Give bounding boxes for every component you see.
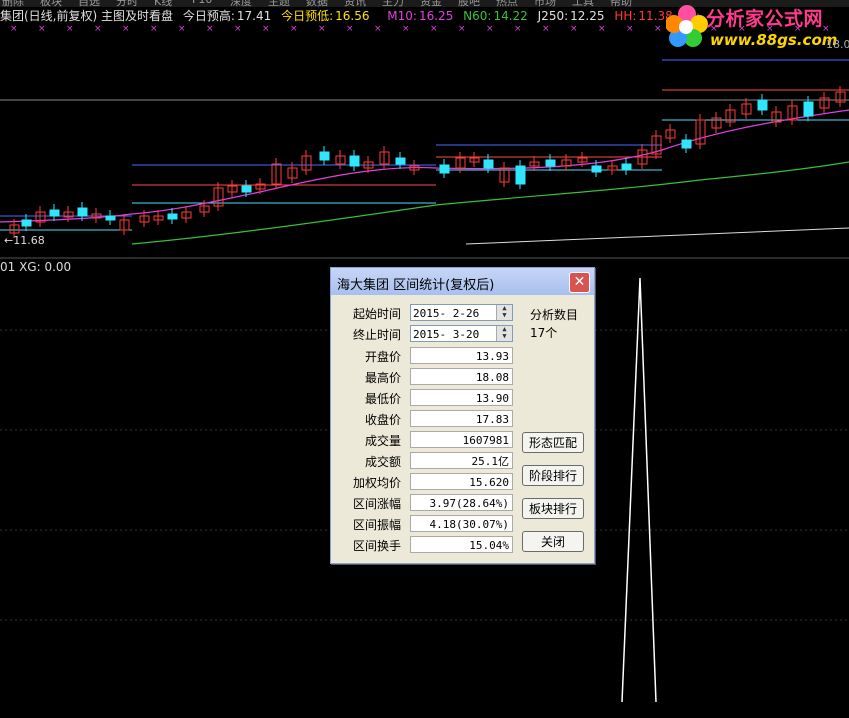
candle-body xyxy=(21,219,32,227)
candle-body xyxy=(591,165,602,173)
dialog-title: 海大集团 区间统计(复权后) xyxy=(337,278,495,293)
start-date-value: 2015- 2-26 xyxy=(413,307,480,320)
stat-value: 18.08 xyxy=(410,368,513,385)
end-date-value: 2015- 3-20 xyxy=(413,328,480,341)
logo-text: 分析家公式网 xyxy=(706,8,824,30)
marker-x: × xyxy=(626,24,634,34)
marker-x: × xyxy=(290,24,298,34)
indicator-spike xyxy=(621,277,657,703)
marker-x: × xyxy=(542,24,550,34)
xg-indicator-label: 01 XG: 0.00 xyxy=(0,260,72,274)
marker-x: × xyxy=(570,24,578,34)
marker-x: × xyxy=(178,24,186,34)
stat-label: 区间涨幅 xyxy=(352,497,401,511)
stat-value: 15.04% xyxy=(410,536,513,553)
marker-x: × xyxy=(122,24,130,34)
stat-value: 4.18(30.07%) xyxy=(410,515,513,532)
stat-label: 最低价 xyxy=(364,392,401,406)
end-time-label: 终止时间 xyxy=(352,328,401,342)
stat-label: 加权均价 xyxy=(352,476,401,490)
marker-x: × xyxy=(94,24,102,34)
candle-body xyxy=(621,163,632,171)
candle-body xyxy=(105,215,116,221)
marker-x: × xyxy=(234,24,242,34)
stat-label: 最高价 xyxy=(364,371,401,385)
analysis-count-label: 分析数目 xyxy=(530,308,579,322)
price-low-label: ←11.68 xyxy=(4,234,45,247)
marker-x: × xyxy=(430,24,438,34)
candle-body xyxy=(757,99,768,111)
sector-rank-button[interactable]: 板块排行 xyxy=(522,498,584,519)
start-time-label: 起始时间 xyxy=(352,307,401,321)
candle-body xyxy=(545,159,556,167)
stat-value: 13.93 xyxy=(410,347,513,364)
close-icon[interactable]: ✕ xyxy=(569,272,590,293)
stat-value: 13.90 xyxy=(410,389,513,406)
marker-x: × xyxy=(486,24,494,34)
start-date-spinner[interactable]: ▲ ▼ xyxy=(496,305,512,320)
marker-x: × xyxy=(262,24,270,34)
ma-line-magenta xyxy=(0,109,849,223)
candle-body xyxy=(515,165,526,185)
stat-value: 17.83 xyxy=(410,410,513,427)
marker-x: × xyxy=(10,24,18,34)
end-date-field[interactable]: 2015- 3-20 ▲ ▼ xyxy=(410,325,513,342)
marker-x: × xyxy=(38,24,46,34)
end-date-spinner[interactable]: ▲ ▼ xyxy=(496,326,512,341)
marker-x: × xyxy=(206,24,214,34)
marker-x: × xyxy=(514,24,522,34)
stat-label: 区间振幅 xyxy=(352,518,401,532)
stat-value: 3.97(28.64%) xyxy=(410,494,513,511)
dialog-titlebar[interactable]: 海大集团 区间统计(复权后) ✕ xyxy=(331,268,594,295)
analysis-count-value: 17个 xyxy=(530,326,558,340)
flower-logo-icon xyxy=(666,5,708,47)
candle-body xyxy=(319,151,330,161)
stat-label: 开盘价 xyxy=(364,350,401,364)
marker-x: × xyxy=(374,24,382,34)
marker-x: × xyxy=(66,24,74,34)
marker-x: × xyxy=(458,24,466,34)
stage-rank-button[interactable]: 阶段排行 xyxy=(522,465,584,486)
candle-body xyxy=(167,213,178,220)
marker-x: × xyxy=(598,24,606,34)
candle-body xyxy=(349,155,360,167)
stat-label: 成交额 xyxy=(364,455,401,469)
close-button[interactable]: 关闭 xyxy=(522,531,584,552)
stat-value: 15.620 xyxy=(410,473,513,490)
indicator-max-label: 18.0 xyxy=(826,38,849,51)
pattern-match-button[interactable]: 形态匹配 xyxy=(522,432,584,453)
marker-x: × xyxy=(346,24,354,34)
candle-body xyxy=(439,164,450,174)
candle-body xyxy=(77,207,88,217)
candle-body xyxy=(49,209,60,217)
marker-x: × xyxy=(402,24,410,34)
logo-url: www.88gs.com xyxy=(710,31,838,49)
marker-x: × xyxy=(318,24,326,34)
trend-line xyxy=(465,227,849,245)
marker-x: × xyxy=(150,24,158,34)
range-stats-dialog: 海大集团 区间统计(复权后) ✕ 起始时间 2015- 2-26 ▲ ▼ 终止时间… xyxy=(330,267,595,564)
candle-body xyxy=(241,185,252,193)
candle-body xyxy=(483,159,494,169)
candle-body xyxy=(803,101,814,117)
candle-body xyxy=(681,139,692,149)
site-logo: 分析家公式网 www.88gs.com xyxy=(664,0,849,54)
stat-label: 收盘价 xyxy=(364,413,401,427)
start-date-field[interactable]: 2015- 2-26 ▲ ▼ xyxy=(410,304,513,321)
stat-value: 25.1亿 xyxy=(410,452,513,469)
stat-value: 1607981 xyxy=(410,431,513,448)
candle-body xyxy=(395,157,406,165)
stat-label: 成交量 xyxy=(364,434,401,448)
stat-label: 区间换手 xyxy=(352,539,401,553)
marker-x: × xyxy=(654,24,662,34)
